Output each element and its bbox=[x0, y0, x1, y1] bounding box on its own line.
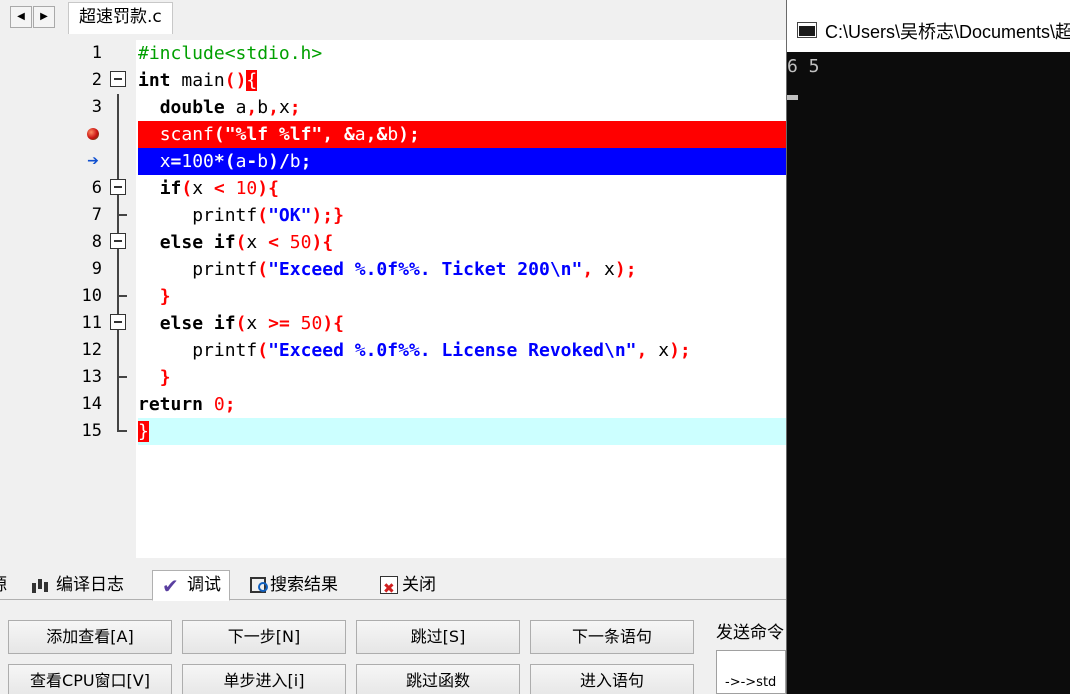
fold-guide bbox=[117, 256, 119, 283]
step-into-button[interactable]: 单步进入[i] bbox=[182, 664, 346, 694]
skip-button[interactable]: 跳过[S] bbox=[356, 620, 520, 654]
code-line[interactable]: 12 printf("Exceed %.0f%%. License Revoke… bbox=[70, 337, 786, 364]
code-line[interactable]: 13 } bbox=[70, 364, 786, 391]
fold-end-mark bbox=[117, 214, 127, 216]
code-text: printf("Exceed %.0f%%. License Revoked\n… bbox=[192, 340, 691, 361]
editor-left-margin bbox=[0, 34, 60, 562]
code-line[interactable]: 14 return 0; bbox=[70, 391, 786, 418]
code-line[interactable]: 6 if(x < 10){ bbox=[70, 175, 786, 202]
line-number: 6 bbox=[91, 178, 102, 198]
fold-toggle-icon[interactable] bbox=[110, 179, 126, 195]
view-cpu-window-button[interactable]: 查看CPU窗口[V] bbox=[8, 664, 172, 694]
tab-compile-log-label: 编译日志 bbox=[56, 575, 124, 595]
code-text: else if(x < 50){ bbox=[159, 232, 334, 253]
tab-debug-label: 调试 bbox=[187, 575, 221, 595]
command-output-text: ->->std bbox=[725, 675, 777, 690]
code-line[interactable]: scanf("%lf %lf", &a,&b); bbox=[70, 121, 786, 148]
fold-toggle-icon[interactable] bbox=[110, 233, 126, 249]
line-number: 3 bbox=[91, 97, 102, 117]
tab-compile-log[interactable]: 编译日志 bbox=[30, 571, 124, 600]
fold-end-mark bbox=[117, 376, 127, 378]
checkmark-icon bbox=[161, 572, 183, 600]
close-icon bbox=[380, 575, 398, 603]
line-number: 15 bbox=[81, 421, 102, 441]
code-line[interactable]: 3 double a,b,x; bbox=[70, 94, 786, 121]
tab-search-results-label: 搜索结果 bbox=[270, 575, 338, 595]
code-text: x=100*(a-b)/b; bbox=[159, 151, 312, 172]
tab-close-label: 关闭 bbox=[402, 575, 436, 595]
tab-source[interactable]: 源 bbox=[0, 571, 7, 600]
search-icon bbox=[250, 577, 268, 593]
fold-guide bbox=[117, 121, 119, 148]
code-text: #include<stdio.h> bbox=[138, 43, 323, 64]
code-line[interactable]: 9 printf("Exceed %.0f%%. Ticket 200\n", … bbox=[70, 256, 786, 283]
code-text: printf("OK");} bbox=[192, 205, 344, 226]
bottom-panel: 源 编译日志 调试 搜索结果 关闭 添加查看[A] 下一步[N] 跳过[S] 下… bbox=[0, 562, 786, 694]
bar-chart-icon bbox=[30, 575, 52, 595]
line-number: 8 bbox=[91, 232, 102, 252]
line-number: 14 bbox=[81, 394, 102, 414]
file-tab[interactable]: 超速罚款.c bbox=[68, 2, 173, 34]
fold-guide bbox=[117, 148, 119, 175]
tab-source-label: 源 bbox=[0, 575, 7, 595]
code-line[interactable]: 1 #include<stdio.h> bbox=[70, 40, 786, 67]
tab-search-results[interactable]: 搜索结果 bbox=[250, 571, 338, 600]
tab-close[interactable]: 关闭 bbox=[380, 571, 436, 603]
console-cursor bbox=[787, 95, 798, 100]
code-line[interactable]: 10 } bbox=[70, 283, 786, 310]
code-line[interactable]: x=100*(a-b)/b; bbox=[70, 148, 786, 175]
line-number: 12 bbox=[81, 340, 102, 360]
console-output: 6 5 bbox=[787, 56, 820, 77]
next-step-button[interactable]: 下一步[N] bbox=[182, 620, 346, 654]
line-number: 11 bbox=[81, 313, 102, 333]
send-command-label: 发送命令 bbox=[716, 623, 784, 643]
code-line[interactable]: 7 printf("OK");} bbox=[70, 202, 786, 229]
fold-guide bbox=[117, 94, 119, 121]
code-line[interactable]: 11 else if(x >= 50){ bbox=[70, 310, 786, 337]
line-number: 1 bbox=[91, 43, 102, 63]
editor-tab-strip: ◀ ▶ 超速罚款.c bbox=[0, 0, 786, 34]
line-highlight bbox=[138, 418, 786, 445]
line-number: 7 bbox=[91, 205, 102, 225]
code-text: int main(){ bbox=[138, 70, 258, 91]
console-app-icon bbox=[797, 22, 817, 38]
code-text: scanf("%lf %lf", &a,&b); bbox=[159, 124, 420, 145]
console-window[interactable]: C:\Users\吴桥志\Documents\超 6 5 bbox=[786, 0, 1070, 694]
code-text: printf("Exceed %.0f%%. Ticket 200\n", x)… bbox=[192, 259, 637, 280]
bottom-tab-bar: 源 编译日志 调试 搜索结果 关闭 bbox=[0, 568, 786, 603]
console-title: C:\Users\吴桥志\Documents\超 bbox=[825, 22, 1070, 42]
line-number: 9 bbox=[91, 259, 102, 279]
code-editor[interactable]: 1 #include<stdio.h> 2 int main(){ 3 double a… bbox=[70, 40, 786, 558]
into-statement-button[interactable]: 进入语句 bbox=[530, 664, 694, 694]
code-text: } bbox=[159, 367, 171, 388]
code-line[interactable]: 2 int main(){ bbox=[70, 67, 786, 94]
code-line[interactable]: 15} bbox=[70, 418, 786, 445]
code-text: else if(x >= 50){ bbox=[159, 313, 345, 334]
fold-guide bbox=[117, 391, 119, 418]
code-text: } bbox=[159, 286, 171, 307]
fold-end-mark bbox=[117, 430, 127, 432]
code-line[interactable]: 8 else if(x < 50){ bbox=[70, 229, 786, 256]
fold-guide bbox=[117, 337, 119, 364]
add-watch-button[interactable]: 添加查看[A] bbox=[8, 620, 172, 654]
next-statement-button[interactable]: 下一条语句 bbox=[530, 620, 694, 654]
fold-toggle-icon[interactable] bbox=[110, 71, 126, 87]
execution-arrow-icon[interactable] bbox=[85, 153, 101, 169]
code-text: if(x < 10){ bbox=[159, 178, 279, 199]
code-text: return 0; bbox=[138, 394, 236, 415]
tab-debug[interactable]: 调试 bbox=[152, 570, 230, 601]
line-number: 2 bbox=[91, 70, 102, 90]
scroll-right-button[interactable]: ▶ bbox=[33, 6, 55, 28]
code-text: } bbox=[138, 421, 149, 442]
code-text: double a,b,x; bbox=[159, 97, 301, 118]
skip-function-button[interactable]: 跳过函数 bbox=[356, 664, 520, 694]
line-number: 13 bbox=[81, 367, 102, 387]
fold-end-mark bbox=[117, 295, 127, 297]
fold-toggle-icon[interactable] bbox=[110, 314, 126, 330]
breakpoint-icon[interactable] bbox=[85, 126, 101, 142]
command-output-box[interactable]: ->->std bbox=[716, 650, 786, 694]
line-number: 10 bbox=[81, 286, 102, 306]
console-title-bar[interactable]: C:\Users\吴桥志\Documents\超 bbox=[787, 0, 1070, 52]
scroll-left-button[interactable]: ◀ bbox=[10, 6, 32, 28]
